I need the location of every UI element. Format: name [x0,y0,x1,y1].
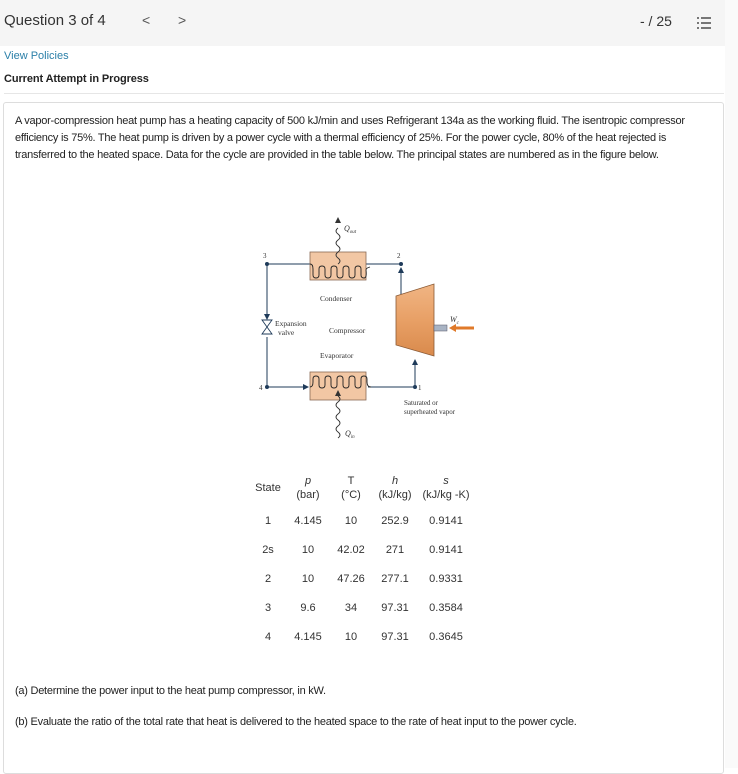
table-row: 2s 10 42.02 271 0.9141 [250,535,474,564]
score-display: - / 25 [640,13,672,29]
work-label: Wc [450,315,460,326]
table-row: 3 9.6 34 97.31 0.3584 [250,593,474,622]
compressor-label: Compressor [329,326,366,335]
question-counter: Question 3 of 4 [4,12,106,29]
cell: 2 [264,572,272,585]
evaporator-label: Evaporator [320,351,354,360]
cell: 4.145 [294,514,322,527]
cell: 3 [264,601,272,614]
table-row: 2 10 47.26 277.1 0.9331 [250,564,474,593]
cell: 4 [264,630,272,643]
scrollbar-track[interactable] [725,0,738,768]
heat-pump-diagram: Qout Qin Wc Condenser Evaporator Compres… [259,217,474,440]
divider [4,93,724,94]
header-temperature: T (°C) [341,475,361,501]
cell: 10 [344,514,358,527]
cell: 4.145 [294,630,322,643]
state-data-table: State p (bar) T (°C) h (kJ/kg) s (kJ/kg -K) … [250,470,474,651]
question-part-b: (b) Evaluate the ratio of the total rate… [15,716,577,728]
vapor-label-1: Saturated or [404,399,439,407]
compressor-shaft [433,324,448,332]
condenser-label: Condenser [320,294,353,303]
state-4-label: 4 [259,384,263,392]
question-header: Question 3 of 4 < > - / 25 [0,0,738,46]
cell: 42.02 [337,543,365,556]
cell: 0.9141 [429,543,463,556]
list-icon[interactable] [697,16,711,30]
state-1-label: 1 [418,384,422,392]
cell: 277.1 [381,572,409,585]
cell: 97.31 [381,601,409,614]
question-part-a: (a) Determine the power input to the hea… [15,685,326,697]
cell: 252.9 [381,514,409,527]
q-in-wiggle [335,395,341,439]
header-enthalpy: h (kJ/kg) [378,475,412,501]
expansion-label-1: Expansion [275,319,307,328]
cell: 0.3584 [429,601,463,614]
cell: 47.26 [337,572,365,585]
cell: 10 [344,630,358,643]
cell: 0.3645 [429,630,463,643]
table-row: 4 4.145 10 97.31 0.3645 [250,622,474,651]
cell: 0.9141 [429,514,463,527]
cell: 10 [301,543,315,556]
chevron-right-icon[interactable]: > [178,12,186,28]
cell: 9.6 [300,601,316,614]
table-row: 1 4.145 10 252.9 0.9141 [250,506,474,535]
attempt-status: Current Attempt in Progress [4,73,149,85]
vapor-label-2: superheated vapor [404,408,456,416]
cell: 97.31 [381,630,409,643]
state-3-label: 3 [263,252,267,260]
problem-statement: A vapor-compression heat pump has a heat… [15,115,685,161]
cell: 2s [262,543,274,556]
cell: 0.9331 [429,572,463,585]
expansion-valve [261,319,273,335]
q-out-label: Qout [344,224,357,235]
cell: 10 [301,572,315,585]
compressor [395,283,435,357]
table-header-row: State p (bar) T (°C) h (kJ/kg) s (kJ/kg -K) [250,470,474,506]
q-in-label: Qin [345,429,355,440]
header-entropy: s (kJ/kg -K) [422,475,470,501]
chevron-left-icon[interactable]: < [142,12,150,28]
cell: 34 [344,601,358,614]
cell: 1 [264,514,272,527]
expansion-label-2: valve [278,328,295,337]
header-pressure: p (bar) [296,475,320,501]
state-2-label: 2 [397,252,401,260]
header-state: State [255,482,281,494]
cell: 271 [385,543,405,556]
view-policies-link[interactable]: View Policies [4,50,69,62]
